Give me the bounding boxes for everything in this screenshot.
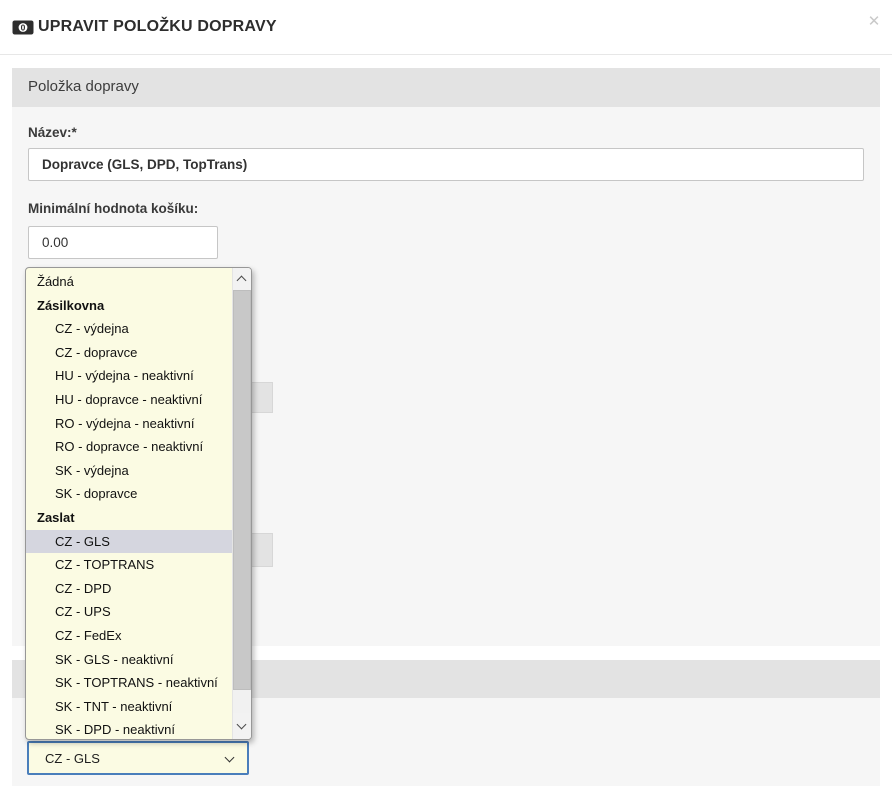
money-icon: 0 bbox=[12, 20, 34, 40]
dropdown-scrollbar[interactable] bbox=[232, 268, 251, 739]
dialog-header: 0 UPRAVIT POLOŽKU DOPRAVY ✕ bbox=[0, 0, 892, 55]
dropdown-option[interactable]: HU - výdejna - neaktivní bbox=[26, 364, 232, 388]
chevron-down-icon bbox=[237, 720, 247, 730]
dropdown-option[interactable]: RO - dopravce - neaktivní bbox=[26, 435, 232, 459]
scrollbar-down-button[interactable] bbox=[233, 713, 251, 739]
carrier-select-value: CZ - GLS bbox=[45, 751, 100, 766]
scrollbar-track[interactable] bbox=[233, 290, 251, 713]
dropdown-option[interactable]: SK - výdejna bbox=[26, 459, 232, 483]
carrier-dropdown-list: ŽádnáZásilkovnaCZ - výdejnaCZ - dopravce… bbox=[25, 267, 252, 740]
dropdown-option[interactable]: CZ - dopravce bbox=[26, 341, 232, 365]
close-icon[interactable]: ✕ bbox=[864, 12, 884, 32]
dropdown-option[interactable]: SK - TNT - neaktivní bbox=[26, 695, 232, 719]
dropdown-option[interactable]: CZ - výdejna bbox=[26, 317, 232, 341]
dropdown-option[interactable]: RO - výdejna - neaktivní bbox=[26, 412, 232, 436]
dropdown-options: ŽádnáZásilkovnaCZ - výdejnaCZ - dopravce… bbox=[26, 268, 232, 739]
dropdown-option[interactable]: SK - GLS - neaktivní bbox=[26, 648, 232, 672]
svg-text:0: 0 bbox=[21, 23, 26, 33]
chevron-up-icon bbox=[237, 276, 247, 286]
dropdown-option[interactable]: CZ - GLS bbox=[26, 530, 232, 554]
scrollbar-up-button[interactable] bbox=[233, 268, 251, 290]
carrier-select[interactable]: CZ - GLS bbox=[27, 741, 249, 775]
dropdown-option[interactable]: CZ - TOPTRANS bbox=[26, 553, 232, 577]
dropdown-group-label: Zaslat bbox=[26, 506, 232, 530]
section-header-shipping-item: Položka dopravy bbox=[12, 68, 880, 107]
dropdown-group-label: Zásilkovna bbox=[26, 294, 232, 318]
dropdown-option[interactable]: SK - TOPTRANS - neaktivní bbox=[26, 671, 232, 695]
dropdown-option[interactable]: CZ - DPD bbox=[26, 577, 232, 601]
dropdown-option[interactable]: HU - dopravce - neaktivní bbox=[26, 388, 232, 412]
dropdown-option[interactable]: SK - dopravce bbox=[26, 482, 232, 506]
dropdown-option[interactable]: SK - DPD - neaktivní bbox=[26, 718, 232, 739]
chevron-down-icon bbox=[225, 753, 235, 763]
scrollbar-thumb[interactable] bbox=[233, 290, 251, 690]
dialog-title: UPRAVIT POLOŽKU DOPRAVY bbox=[38, 18, 277, 36]
min-cart-input[interactable] bbox=[28, 226, 218, 259]
name-input[interactable] bbox=[28, 148, 864, 181]
min-cart-label: Minimální hodnota košíku: bbox=[28, 201, 198, 216]
dropdown-option[interactable]: CZ - FedEx bbox=[26, 624, 232, 648]
dropdown-option[interactable]: Žádná bbox=[26, 270, 232, 294]
section-title: Položka dopravy bbox=[28, 78, 139, 95]
name-label: Název:* bbox=[28, 125, 77, 140]
dropdown-option[interactable]: CZ - UPS bbox=[26, 600, 232, 624]
